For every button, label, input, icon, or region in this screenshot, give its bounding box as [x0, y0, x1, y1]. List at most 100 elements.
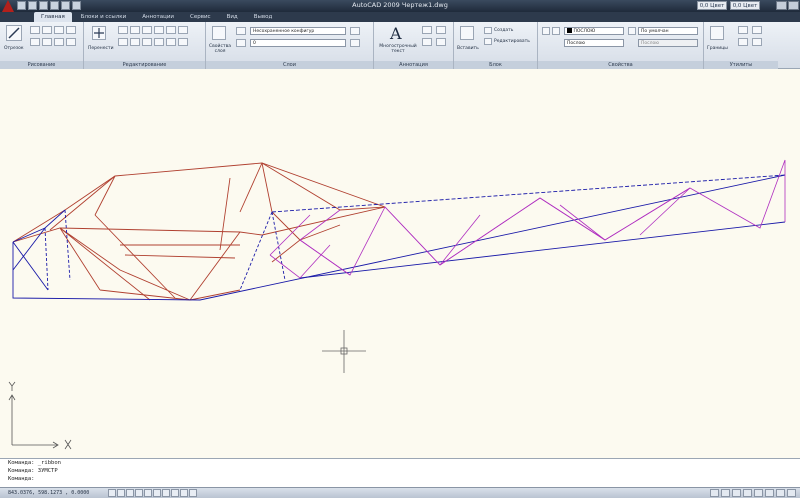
- crosshair-cursor-icon: [322, 330, 366, 373]
- panel-utilities-title: Утилиты: [704, 61, 778, 69]
- clean-screen-icon[interactable]: [787, 489, 796, 497]
- move-icon[interactable]: [92, 26, 106, 40]
- copy-icon[interactable]: [154, 26, 164, 34]
- info-center: 0,0 Цвет 0,0 Цвет: [697, 1, 760, 10]
- annotation-scale-icon[interactable]: [754, 489, 763, 497]
- pan-icon[interactable]: [732, 489, 741, 497]
- ortho-toggle-icon[interactable]: [126, 489, 134, 497]
- layout-icon[interactable]: [721, 489, 730, 497]
- lineweight-icon[interactable]: [628, 27, 636, 35]
- lineweight-dropdown[interactable]: По умолчан: [638, 27, 698, 35]
- plotstyle-dropdown[interactable]: Послою: [638, 39, 698, 47]
- calculator-icon[interactable]: [752, 26, 762, 34]
- panel-draw: Отрезок Рисование: [0, 22, 84, 69]
- layer-iso-icon[interactable]: [350, 39, 360, 47]
- insert-block-icon[interactable]: [460, 26, 474, 40]
- fillet-icon[interactable]: [178, 26, 188, 34]
- command-line[interactable]: Команда: _ribbon Команда: ЗУМСТР Команда…: [0, 458, 800, 487]
- leader-icon[interactable]: [436, 38, 446, 46]
- move-label: Перенести: [88, 46, 114, 51]
- ellipse-icon[interactable]: [42, 38, 52, 46]
- info-box-2[interactable]: 0,0 Цвет: [730, 1, 760, 10]
- otrack-toggle-icon[interactable]: [153, 489, 161, 497]
- tab-home[interactable]: Главная: [34, 12, 72, 22]
- tab-blocks[interactable]: Блоки и ссылки: [74, 12, 133, 22]
- polyline-icon[interactable]: [30, 26, 40, 34]
- drawing-canvas[interactable]: [0, 69, 800, 458]
- osnap-toggle-icon[interactable]: [144, 489, 152, 497]
- create-block-icon[interactable]: [484, 27, 492, 34]
- drawing-svg[interactable]: [0, 69, 800, 458]
- region-icon[interactable]: [66, 38, 76, 46]
- lock-icon[interactable]: [776, 489, 785, 497]
- select-all-icon[interactable]: [752, 38, 762, 46]
- line-tool-icon[interactable]: [6, 25, 22, 41]
- linetype-dropdown[interactable]: Послою: [564, 39, 624, 47]
- create-label[interactable]: Создать: [494, 28, 513, 33]
- chamfer-icon[interactable]: [178, 38, 188, 46]
- hatch-icon[interactable]: [30, 38, 40, 46]
- layer-properties-icon[interactable]: [212, 26, 226, 40]
- multiline-text-icon[interactable]: A: [390, 24, 402, 43]
- drafting-toggles: [108, 489, 197, 497]
- rotate-icon[interactable]: [118, 26, 128, 34]
- circle-icon[interactable]: [42, 26, 52, 34]
- panel-block-title: Блок: [454, 61, 537, 69]
- color-wheel-icon[interactable]: [552, 27, 560, 35]
- quick-select-icon[interactable]: [738, 26, 748, 34]
- current-layer-dropdown[interactable]: 0: [250, 39, 346, 47]
- panel-draw-title: Рисование: [0, 61, 83, 69]
- arc-icon[interactable]: [54, 26, 64, 34]
- color-swatch-icon: [567, 28, 572, 33]
- rectangle-icon[interactable]: [66, 26, 76, 34]
- match-properties-icon[interactable]: [542, 27, 550, 35]
- fuselage-outline-lines: [12, 174, 786, 301]
- close-icon[interactable]: [788, 1, 799, 10]
- layer-tool-icon[interactable]: [350, 27, 360, 35]
- model-icon[interactable]: [710, 489, 719, 497]
- qp-toggle-icon[interactable]: [189, 489, 197, 497]
- dimension-icon[interactable]: [422, 26, 432, 34]
- panel-block: Вставить Создать Редактировать Блок: [454, 22, 538, 69]
- command-history-line-2: Команда: ЗУМСТР: [8, 468, 58, 474]
- explode-icon[interactable]: [166, 38, 176, 46]
- linear-dim-icon[interactable]: [436, 26, 446, 34]
- array-icon[interactable]: [142, 38, 152, 46]
- tab-annotations[interactable]: Аннотации: [135, 12, 181, 22]
- ducs-toggle-icon[interactable]: [162, 489, 170, 497]
- layer-state-dropdown[interactable]: Несохраненное конфигур: [250, 27, 346, 35]
- panel-modify: Перенести Редактирование: [84, 22, 206, 69]
- trim-icon[interactable]: [130, 26, 140, 34]
- snap-toggle-icon[interactable]: [108, 489, 116, 497]
- erase-icon[interactable]: [142, 26, 152, 34]
- zoom-extents-icon[interactable]: [710, 26, 724, 40]
- minimize-icon[interactable]: [776, 1, 787, 10]
- ribbon-tabs: Главная Блоки и ссылки Аннотации Сервис …: [0, 12, 800, 22]
- mirror-icon[interactable]: [166, 26, 176, 34]
- tab-view[interactable]: Вид: [220, 12, 245, 22]
- layer-bulb-icon[interactable]: [236, 39, 246, 47]
- workspace-icon[interactable]: [765, 489, 774, 497]
- table-icon[interactable]: [422, 38, 432, 46]
- edit-block-icon[interactable]: [484, 38, 492, 45]
- edit-label[interactable]: Редактировать: [494, 39, 530, 44]
- stretch-icon[interactable]: [118, 38, 128, 46]
- polar-toggle-icon[interactable]: [135, 489, 143, 497]
- spline-icon[interactable]: [54, 38, 64, 46]
- zoom-icon[interactable]: [743, 489, 752, 497]
- scale-icon[interactable]: [130, 38, 140, 46]
- info-box-1[interactable]: 0,0 Цвет: [697, 1, 727, 10]
- dyn-toggle-icon[interactable]: [171, 489, 179, 497]
- color-dropdown[interactable]: ПОСЛОЮ: [564, 27, 624, 35]
- grid-toggle-icon[interactable]: [117, 489, 125, 497]
- layer-state-icon[interactable]: [236, 27, 246, 35]
- command-prompt[interactable]: Команда:: [8, 475, 800, 483]
- offset-icon[interactable]: [154, 38, 164, 46]
- command-history-line-1: Команда: _ribbon: [8, 460, 61, 466]
- lwt-toggle-icon[interactable]: [180, 489, 188, 497]
- tab-output[interactable]: Вывод: [247, 12, 280, 22]
- status-tray: [710, 489, 796, 497]
- panel-modify-title: Редактирование: [84, 61, 205, 69]
- tab-tools[interactable]: Сервис: [183, 12, 218, 22]
- id-point-icon[interactable]: [738, 38, 748, 46]
